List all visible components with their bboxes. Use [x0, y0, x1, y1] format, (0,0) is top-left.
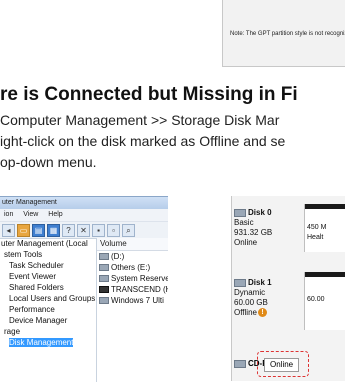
top-screenshot: Note: The GPT partition style is not rec… — [0, 0, 345, 72]
volume-name: TRANSCEND (H — [111, 285, 168, 294]
window-title: uter Management — [0, 197, 168, 209]
volume-row[interactable]: Windows 7 Ulti — [97, 295, 168, 306]
drive-icon — [99, 253, 109, 261]
volume-name: Others (E:) — [111, 263, 151, 272]
tree-item-event-viewer[interactable]: Event Viewer — [0, 271, 96, 282]
online-menu-item[interactable]: Online — [264, 358, 300, 372]
drive-icon — [99, 264, 109, 272]
disk-icon — [234, 278, 246, 287]
cd-rom-icon — [234, 359, 246, 368]
menu-help[interactable]: Help — [48, 211, 62, 218]
disk-icon — [234, 208, 246, 217]
tree-item-root[interactable]: uter Management (Local — [0, 238, 96, 249]
drive-icon — [99, 275, 109, 283]
tree-item-task-scheduler[interactable]: Task Scheduler — [0, 260, 96, 271]
console-tree: uter Management (Local stem Tools Task S… — [0, 238, 97, 382]
partition-header — [305, 204, 345, 209]
tree-item-local-users[interactable]: Local Users and Groups — [0, 293, 96, 304]
disk-0-label: Disk 0 Basic 931.32 GB Online — [234, 208, 302, 248]
drive-icon — [99, 297, 109, 305]
toolbar: ◂ ▭ ▤ ▦ ? ✕ ▪ ▫ ⌕ — [0, 222, 168, 239]
volume-row[interactable]: (D:) — [97, 251, 168, 262]
menu-action[interactable]: ion — [4, 211, 13, 218]
volume-row[interactable]: System Reserve — [97, 273, 168, 284]
tree-item-system-tools[interactable]: stem Tools — [0, 249, 96, 260]
partition-size: 60.00 — [307, 296, 325, 303]
disk-1-partition[interactable]: 60.00 — [304, 272, 345, 330]
disk-management-panel: Disk 0 Basic 931.32 GB Online 450 M Heal… — [231, 196, 345, 381]
back-icon[interactable]: ◂ — [2, 223, 15, 237]
paragraph-line-1: Computer Management >> Storage Disk Mar — [0, 112, 280, 128]
context-menu-highlight: Online — [257, 351, 309, 377]
tree-item-storage[interactable]: rage — [0, 326, 96, 337]
disk-1-size: 60.00 GB — [234, 298, 268, 307]
volume-name: System Reserve — [111, 274, 168, 283]
paragraph-line-3: op-down menu. — [0, 154, 97, 170]
volume-row[interactable]: Others (E:) — [97, 262, 168, 273]
menu-bar: ion View Help — [0, 209, 168, 222]
refresh-icon[interactable]: ▦ — [47, 223, 60, 237]
folder-icon[interactable]: ▭ — [17, 223, 30, 237]
volume-list: Volume (D:) Others (E:) System Reserve T… — [97, 238, 168, 382]
partition-size: 450 M — [307, 224, 327, 231]
disk-0-status: Online — [234, 238, 258, 247]
search-icon[interactable]: ⌕ — [122, 223, 135, 237]
article-heading: re is Connected but Missing in Fi — [0, 84, 298, 105]
volume-name: (D:) — [111, 252, 125, 261]
properties-icon[interactable]: ▤ — [32, 223, 45, 237]
disk-management-label: Disk Management — [9, 338, 74, 347]
disk-0-name: Disk 0 — [248, 208, 272, 217]
disk-icon[interactable]: ▪ — [92, 223, 105, 237]
paragraph-line-2: ight-click on the disk marked as Offline… — [0, 133, 286, 149]
disk-0-partition[interactable]: 450 M Healt — [304, 204, 345, 252]
tree-item-disk-management[interactable]: Disk Management — [0, 337, 96, 348]
partition-health: Healt — [307, 234, 324, 241]
disk-1-status: Offline — [234, 308, 257, 317]
menu-view[interactable]: View — [23, 211, 38, 218]
delete-icon[interactable]: ✕ — [77, 223, 90, 237]
disk-1-name: Disk 1 — [248, 278, 272, 287]
disk-0-type: Basic — [234, 218, 254, 227]
tree-item-device-manager[interactable]: Device Manager — [0, 315, 96, 326]
disk-0-size: 931.32 GB — [234, 228, 273, 237]
gpt-note: Note: The GPT partition style is not rec… — [230, 31, 345, 37]
tree-item-performance[interactable]: Performance — [0, 304, 96, 315]
offline-warning-icon: ! — [257, 308, 267, 318]
disk-1-type: Dynamic — [234, 288, 266, 297]
usb-drive-icon — [99, 286, 109, 294]
volume-row[interactable]: TRANSCEND (H — [97, 284, 168, 295]
volume-name: Windows 7 Ulti — [111, 296, 164, 305]
disk-1-row[interactable]: Disk 1 Dynamic 60.00 GB Offline! 60.00 — [232, 272, 345, 330]
open-icon[interactable]: ▫ — [107, 223, 120, 237]
disk-1-label: Disk 1 Dynamic 60.00 GB Offline! — [234, 278, 302, 318]
window-body: uter Management (Local stem Tools Task S… — [0, 238, 168, 382]
volume-column-header[interactable]: Volume — [97, 238, 168, 251]
computer-management-window: uter Management ion View Help ◂ ▭ ▤ ▦ ? … — [0, 196, 168, 382]
disk-0-row[interactable]: Disk 0 Basic 931.32 GB Online 450 M Heal… — [232, 204, 345, 252]
help-icon[interactable]: ? — [62, 223, 75, 237]
partition-header — [305, 272, 345, 277]
tree-item-shared-folders[interactable]: Shared Folders — [0, 282, 96, 293]
